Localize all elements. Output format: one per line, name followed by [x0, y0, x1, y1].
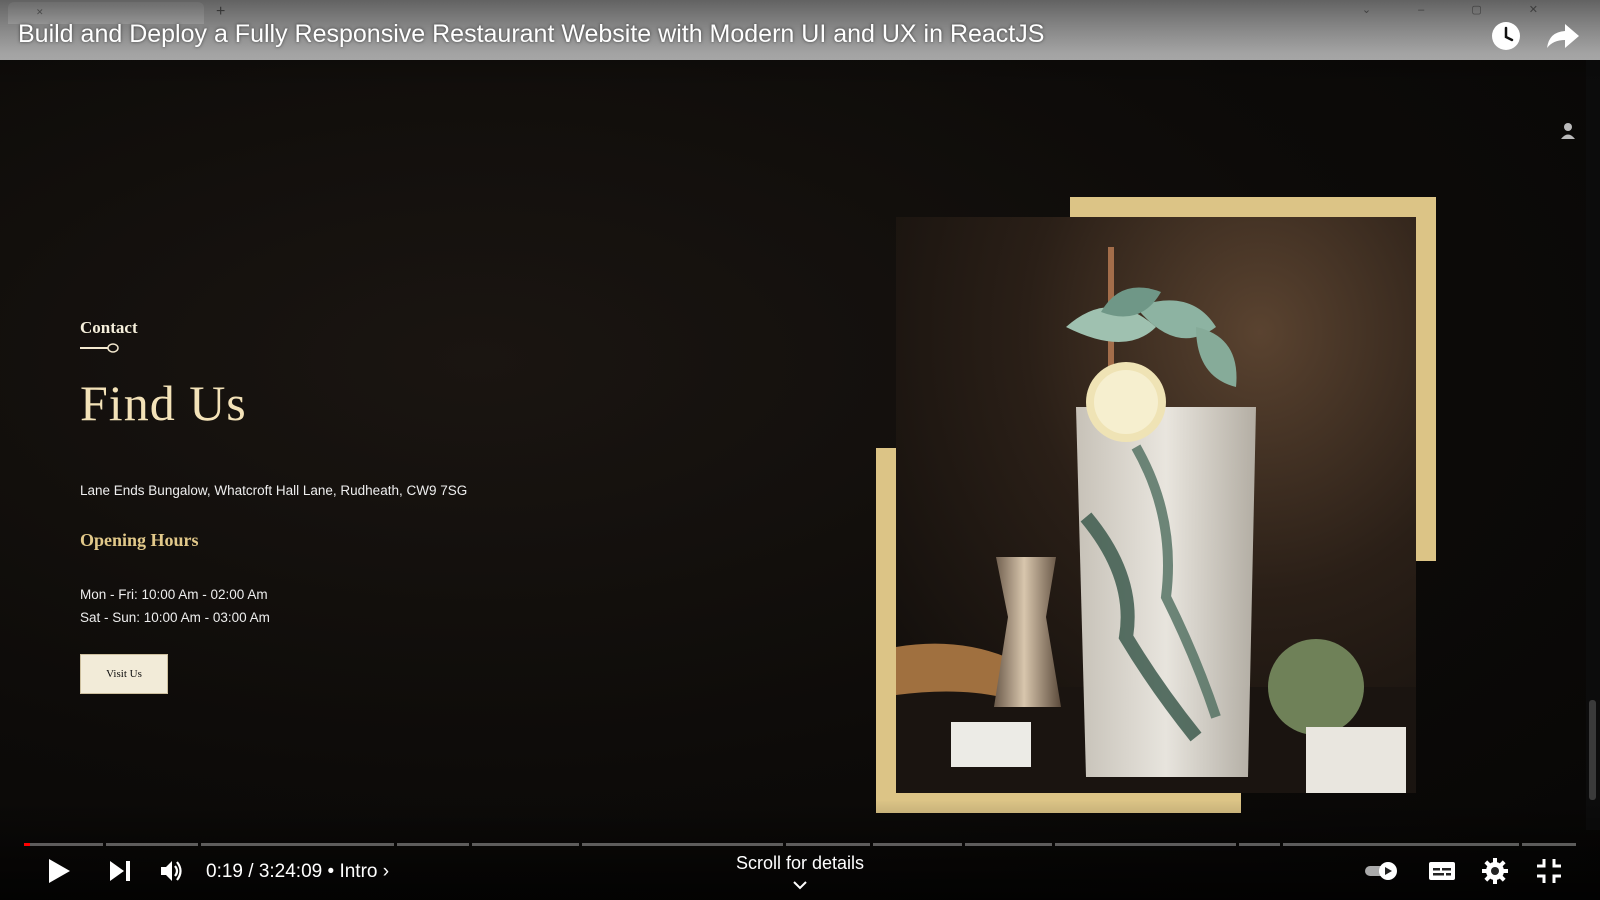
hours-line: Mon - Fri: 10:00 Am - 02:00 Am: [80, 587, 268, 602]
section-eyebrow: Contact: [80, 318, 138, 337]
gold-frame-left: [876, 448, 896, 813]
total-time: 3:24:09: [258, 861, 323, 882]
gold-frame-top: [1070, 197, 1436, 217]
chapter-segment[interactable]: [201, 843, 394, 846]
video-title[interactable]: Build and Deploy a Fully Responsive Rest…: [18, 20, 1044, 49]
share-icon[interactable]: [1545, 20, 1581, 52]
captions-icon[interactable]: [1428, 857, 1456, 885]
chapter-segment[interactable]: [965, 843, 1052, 846]
video-frame[interactable]: ✕ + ⌄ – ▢ ✕ Contact Find Us Lane Ends Bu…: [0, 0, 1600, 900]
chapter-segment[interactable]: [472, 843, 579, 846]
chapter-segment[interactable]: [582, 843, 783, 846]
chapter-segment[interactable]: [786, 843, 870, 846]
gear-icon[interactable]: [1481, 857, 1509, 885]
page-title: Find Us: [80, 375, 247, 431]
chevron-down-icon[interactable]: [792, 880, 808, 890]
time-separator: /: [242, 861, 259, 882]
spoon-icon: [80, 343, 119, 353]
exit-fullscreen-icon[interactable]: [1535, 857, 1563, 885]
gold-frame-right: [1416, 197, 1436, 561]
cocktail-image: [896, 217, 1416, 793]
progress-played: [24, 843, 30, 846]
volume-icon[interactable]: [158, 857, 186, 885]
scrollbar-thumb: [1589, 700, 1596, 800]
visit-us-button[interactable]: Visit Us: [80, 654, 168, 694]
chapter-segment[interactable]: [1283, 843, 1519, 846]
chapter-segment[interactable]: [1522, 843, 1576, 846]
scroll-for-details[interactable]: Scroll for details: [700, 853, 900, 874]
chapter-segment[interactable]: [873, 843, 962, 846]
chapter-segment[interactable]: [106, 843, 198, 846]
chapter-segment[interactable]: [24, 843, 103, 846]
chevron-right-icon[interactable]: ›: [383, 861, 389, 882]
chapter-segment[interactable]: [397, 843, 469, 846]
chapter-bullet: •: [327, 861, 340, 882]
user-icon: [1561, 123, 1575, 139]
address-text: Lane Ends Bungalow, Whatcroft Hall Lane,…: [80, 483, 468, 498]
autoplay-toggle-icon[interactable]: [1364, 857, 1400, 885]
progress-bar[interactable]: [24, 843, 1576, 847]
time-display: 0:19 / 3:24:09 • Intro ›: [206, 861, 389, 883]
opening-hours-title: Opening Hours: [80, 530, 199, 550]
chapter-segment[interactable]: [1239, 843, 1280, 846]
clock-icon[interactable]: [1490, 20, 1522, 52]
chapter-title[interactable]: Intro: [339, 861, 377, 882]
current-time: 0:19: [206, 861, 243, 882]
next-icon[interactable]: [106, 857, 134, 885]
chapter-segment[interactable]: [1055, 843, 1236, 846]
hours-line: Sat - Sun: 10:00 Am - 03:00 Am: [80, 610, 270, 625]
play-icon[interactable]: [44, 857, 72, 885]
